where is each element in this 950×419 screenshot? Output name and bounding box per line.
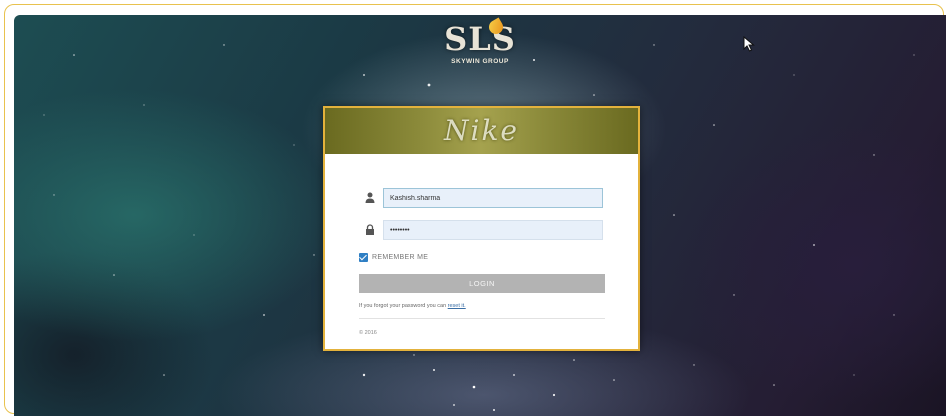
remember-me-checkbox[interactable] xyxy=(359,253,368,262)
password-input[interactable] xyxy=(383,220,603,240)
company-logo: SLS SKYWIN GROUP xyxy=(444,17,516,70)
logo-text: SLS xyxy=(444,20,516,58)
forgot-password-text: If you forgot your password you can rese… xyxy=(359,303,605,309)
divider xyxy=(359,318,605,319)
mouse-cursor-icon xyxy=(743,36,755,52)
logo-subtitle: SKYWIN GROUP xyxy=(451,58,509,65)
username-input[interactable] xyxy=(383,188,603,208)
copyright-text: © 2016 xyxy=(359,330,377,336)
lock-icon xyxy=(366,224,374,235)
username-row xyxy=(359,188,605,208)
password-row xyxy=(359,220,605,240)
user-icon xyxy=(365,192,375,203)
header-logo: Nike xyxy=(444,114,519,147)
login-button[interactable]: LOGIN xyxy=(359,274,605,293)
remember-me-row[interactable]: REMEMBER ME xyxy=(359,253,559,263)
remember-me-label: REMEMBER ME xyxy=(372,254,429,261)
card-header: Nike xyxy=(325,108,638,154)
forgot-password-message: If you forgot your password you can xyxy=(359,303,447,309)
reset-password-link[interactable]: reset it. xyxy=(448,303,466,309)
login-card: Nike REMEMBER ME LOGIN If you forgot you… xyxy=(323,106,640,351)
